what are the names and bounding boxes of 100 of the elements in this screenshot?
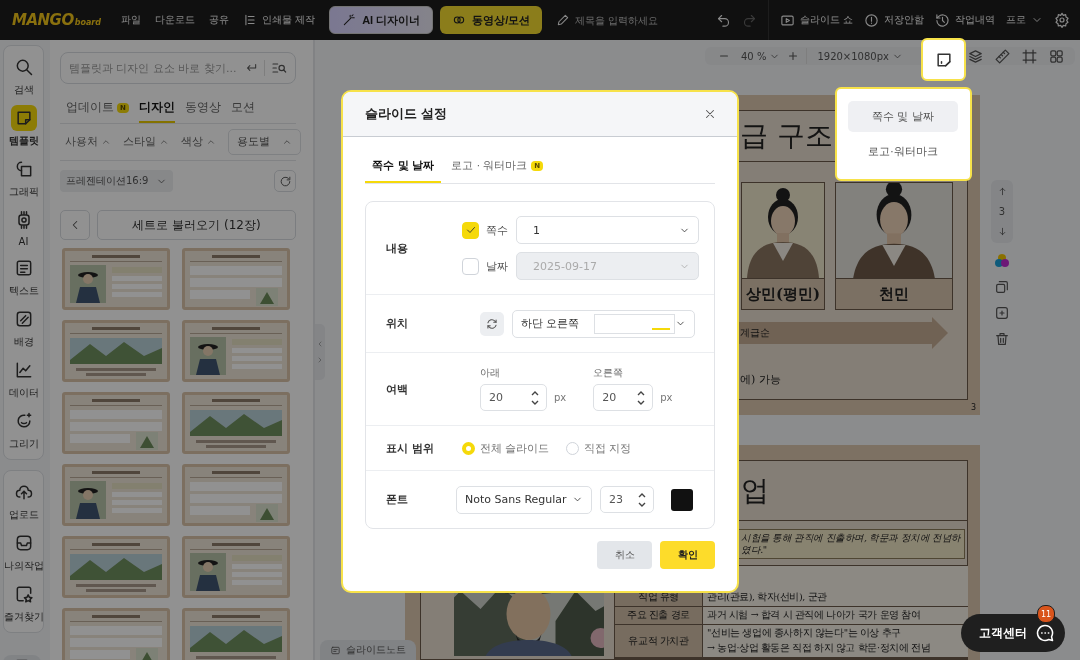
radio-button[interactable]: [565, 441, 579, 455]
filter-dropdown[interactable]: 사용처: [65, 135, 111, 149]
tab[interactable]: 쪽수 및 날짜: [365, 153, 442, 183]
sidebar-item[interactable]: 그래픽: [3, 156, 44, 199]
swap-icon: [485, 316, 499, 331]
format-dropdown[interactable]: 프레젠테이션16:9: [60, 170, 174, 192]
caret-icon: [282, 137, 292, 147]
chevron-right-icon: [316, 356, 324, 364]
page-number: 3: [970, 403, 976, 412]
sidebar-item[interactable]: 즐겨찾기: [3, 581, 44, 624]
ruler-icon[interactable]: [994, 47, 1011, 65]
slide-title: 업: [741, 473, 769, 509]
confirm-button[interactable]: 확인: [660, 541, 715, 569]
field-label: 오른쪽: [593, 367, 625, 380]
card-label: 상민(평민): [742, 278, 824, 309]
table-cell-text: 과거 시험 → 합격 시 관직에 나아가 국가 운영 참여: [707, 609, 922, 622]
table-cell-text: "선비는 생업에 종사하지 않는다"는 이상 추구: [707, 627, 902, 640]
quote-box: 시험을 통해 관직에 진출하며, 학문과 정치에 전념하였다.": [737, 529, 965, 559]
frame-icon[interactable]: [1021, 47, 1038, 65]
table-cell-text: → 농업·상업 활동은 직접 하지 않고 학문·정치에 전념: [707, 642, 932, 655]
tab[interactable]: 모션: [230, 98, 255, 123]
filter-search-icon[interactable]: [271, 60, 287, 76]
close-icon: [703, 107, 717, 121]
add-page-icon[interactable]: [994, 305, 1010, 321]
plan-menu[interactable]: 프로: [1006, 13, 1043, 27]
overlap-circles-icon: [452, 13, 467, 27]
chevron-left-icon: [316, 340, 324, 348]
field-label: 여백: [386, 381, 409, 397]
close-button[interactable]: [703, 107, 717, 121]
purpose-dropdown[interactable]: 용도별: [228, 129, 301, 155]
sidebar-item[interactable]: 검색: [3, 54, 44, 97]
slideshow-button[interactable]: 슬라이드 쇼: [779, 12, 853, 28]
radio-button[interactable]: [462, 441, 475, 455]
page-counter: 3: [998, 206, 1006, 217]
menu-item[interactable]: 공유: [208, 13, 229, 27]
logo[interactable]: MANGOboard: [12, 11, 101, 29]
font-dropdown[interactable]: Noto Sans Regular: [456, 485, 592, 514]
video-motion-button[interactable]: 동영상/모션: [440, 6, 543, 34]
sidebar-item[interactable]: AI: [3, 207, 44, 247]
table-cell: 유교적 가치관: [615, 625, 703, 658]
filter-dropdown[interactable]: 색상: [181, 135, 216, 149]
number-field[interactable]: 20: [593, 384, 654, 411]
layers-icon[interactable]: [967, 47, 984, 65]
refresh-button[interactable]: [274, 170, 296, 192]
size-dropdown[interactable]: 1920×1080px: [813, 50, 903, 62]
dialog-title: 슬라이드 설정: [365, 105, 448, 123]
tab[interactable]: 디자인: [138, 98, 175, 123]
tab[interactable]: 동영상: [184, 98, 221, 123]
history-button[interactable]: 작업내역: [935, 12, 995, 28]
cancel-button[interactable]: 취소: [597, 541, 652, 569]
magic-wand-icon: [342, 13, 357, 27]
menu-item[interactable]: 쪽수 및 날짜: [848, 101, 958, 132]
unit-label: px: [660, 392, 673, 403]
sidebar-item[interactable]: 나의작업: [3, 530, 44, 573]
table-cell: 주요 진출 경로: [615, 607, 703, 625]
sidebar-item[interactable]: 업로드: [3, 479, 44, 522]
color-swatch[interactable]: [671, 488, 693, 511]
sidebar-item[interactable]: 데이터: [3, 357, 44, 400]
history-icon: [935, 12, 950, 28]
sidebar-item[interactable]: 배경: [3, 306, 44, 349]
settings-icon[interactable]: [1054, 12, 1070, 28]
sidebar-item[interactable]: 텍스트: [3, 255, 44, 298]
page-number-button[interactable]: [921, 38, 966, 81]
field-label: 아래: [480, 367, 501, 380]
checkbox-label: 쪽수: [486, 222, 509, 238]
number-field[interactable]: 20: [480, 384, 547, 411]
checkbox[interactable]: [462, 221, 479, 239]
undo-icon[interactable]: [715, 12, 731, 28]
load-set-button[interactable]: 세트로 불러오기 (12장): [97, 210, 296, 240]
copy-icon[interactable]: [994, 279, 1010, 295]
slide-notes-tab[interactable]: 슬라이드노트: [320, 640, 416, 660]
menu-item[interactable]: 다운로드: [154, 13, 195, 27]
table-cell-text: 관리(관료), 학자(선비), 군관: [707, 591, 828, 604]
list-icon: [242, 13, 257, 27]
menu-item[interactable]: 파일: [120, 13, 141, 27]
alert-circle-icon: [864, 12, 879, 28]
chat-icon: [1035, 623, 1055, 643]
save-status-button[interactable]: 저장안함: [864, 12, 924, 28]
menu-item[interactable]: 로고·워터마크: [848, 136, 958, 167]
value-dropdown[interactable]: 1: [516, 216, 699, 244]
sidebar-item[interactable]: 템플릿: [3, 105, 44, 148]
play-screen-icon: [779, 12, 795, 28]
panel-toggle[interactable]: [315, 324, 325, 380]
trash-icon[interactable]: [994, 331, 1010, 347]
print-button[interactable]: 인쇄물 제작: [242, 13, 316, 27]
caret-icon: [159, 137, 169, 147]
note-icon: [330, 644, 341, 656]
zoom-dropdown[interactable]: 40 %: [737, 50, 781, 62]
position-dropdown[interactable]: 하단 오른쪽: [512, 309, 695, 338]
font-size-field[interactable]: 23: [600, 486, 654, 513]
checkbox[interactable]: [462, 257, 479, 275]
checkbox-label: 날짜: [486, 258, 509, 274]
title-field[interactable]: 제목을 입력하세요: [575, 14, 676, 26]
grid-icon[interactable]: [1048, 47, 1065, 65]
field-label: 위치: [386, 316, 409, 331]
ai-designer-button[interactable]: AI 디자이너: [329, 6, 434, 34]
color-circles-icon[interactable]: [994, 253, 1010, 269]
sidebar-item[interactable]: 그리기: [3, 408, 44, 451]
filter-dropdown[interactable]: 스타일: [123, 135, 169, 149]
swap-button[interactable]: [480, 311, 504, 336]
